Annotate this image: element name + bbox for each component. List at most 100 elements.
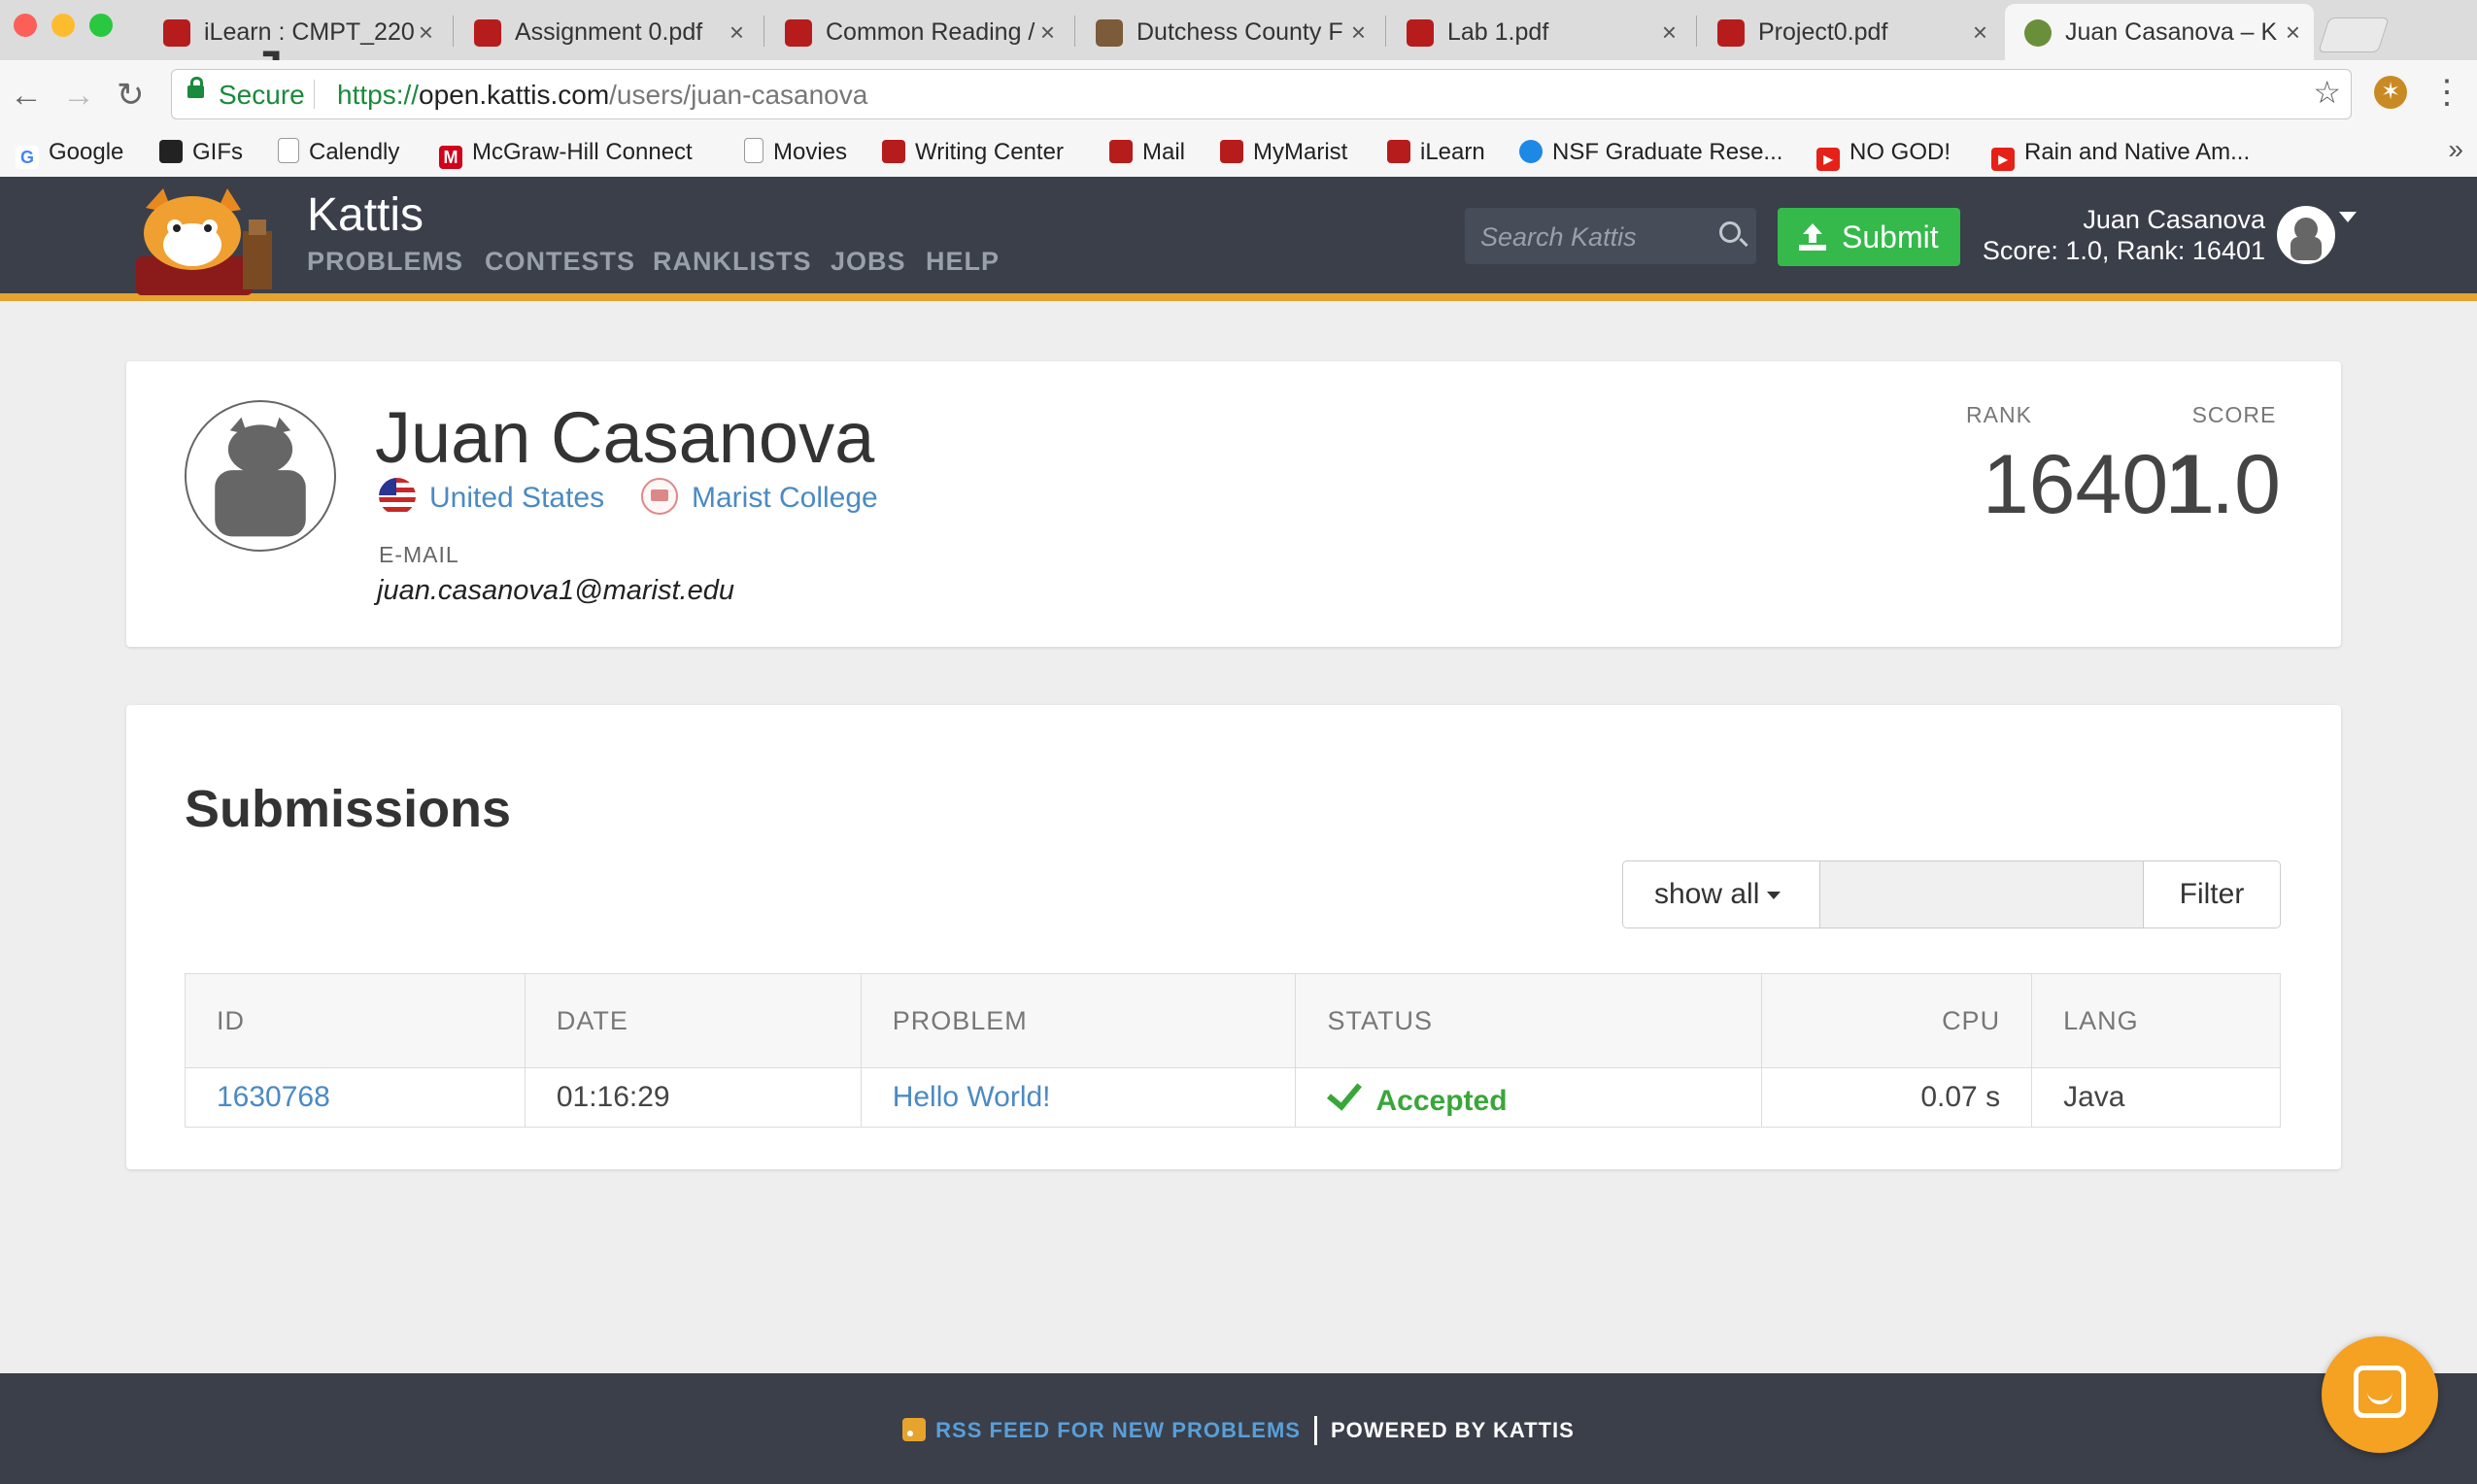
submit-label: Submit — [1842, 219, 1939, 254]
bookmark-item[interactable]: NSF Graduate Rese... — [1519, 136, 1782, 169]
submission-date: 01:16:29 — [524, 1067, 862, 1128]
url-text[interactable]: https://open.kattis.com/users/juan-casan… — [337, 80, 867, 111]
show-all-dropdown[interactable]: show all — [1622, 860, 1820, 928]
forward-arrow-icon[interactable]: → — [62, 76, 95, 115]
minimize-window-button[interactable] — [51, 14, 75, 37]
profile-name: Juan Casanova — [375, 397, 875, 478]
close-window-button[interactable] — [14, 14, 37, 37]
profile-card: Juan Casanova United States Marist Colle… — [126, 361, 2341, 647]
column-header-cpu: CPU — [1761, 973, 2033, 1068]
avatar-placeholder-icon — [2290, 218, 2322, 260]
marist-fox-icon — [1407, 19, 1434, 47]
bookmark-item[interactable]: Mail — [1109, 136, 1185, 169]
rss-icon — [902, 1418, 927, 1441]
bookmark-item[interactable]: M McGraw-Hill Connect — [439, 136, 693, 169]
url-scheme: https:// — [337, 80, 420, 110]
footer-divider — [1313, 1416, 1317, 1445]
country-link[interactable]: United States — [379, 478, 604, 515]
bookmark-item[interactable]: Movies — [744, 136, 847, 169]
header-accent-stripe — [0, 293, 2477, 301]
user-avatar[interactable] — [2277, 206, 2335, 264]
close-icon[interactable]: × — [419, 4, 433, 60]
nav-ranklists[interactable]: RANKLISTS — [653, 247, 812, 277]
user-name: Juan Casanova — [2083, 205, 2265, 234]
marist-fox-icon — [785, 19, 812, 47]
url-host: open.kattis.com — [419, 80, 610, 110]
bookmark-label: Mail — [1142, 139, 1186, 165]
search-icon[interactable] — [1719, 221, 1741, 243]
tab-title: Assignment 0.pdf — [515, 18, 703, 46]
browser-tab[interactable]: Lab 1.pdf × — [1387, 4, 1690, 60]
bookmark-item[interactable]: GIFs — [159, 136, 243, 169]
close-icon[interactable]: × — [1351, 4, 1366, 60]
extension-icon[interactable]: ✶ — [2374, 76, 2407, 109]
column-header-id: ID — [185, 973, 526, 1068]
bookmark-star-icon[interactable]: ☆ — [2313, 74, 2341, 111]
zoom-window-button[interactable] — [89, 14, 113, 37]
browser-tab[interactable]: Assignment 0.pdf × — [455, 4, 758, 60]
chat-launcher-button[interactable] — [2322, 1336, 2438, 1453]
rss-label: RSS FEED FOR NEW PROBLEMS — [935, 1418, 1301, 1442]
rank-label: RANK — [1966, 402, 2032, 427]
close-icon[interactable]: × — [2286, 4, 2300, 60]
new-tab-button[interactable] — [2318, 17, 2390, 52]
avatar-placeholder-icon — [215, 417, 306, 537]
kattis-mascot-logo[interactable] — [126, 188, 282, 295]
marist-fox-icon — [1717, 19, 1745, 47]
close-icon[interactable]: × — [1662, 4, 1677, 60]
search-input[interactable] — [1478, 208, 1706, 266]
nav-problems[interactable]: PROBLEMS — [307, 247, 463, 277]
nav-help[interactable]: HELP — [926, 247, 1000, 277]
browser-tab-active[interactable]: Juan Casanova – K × — [2005, 4, 2314, 60]
kattis-icon — [2024, 19, 2052, 47]
more-bookmarks-icon[interactable]: » — [2448, 134, 2463, 165]
us-flag-icon — [379, 478, 416, 515]
browser-tab[interactable]: Common Reading / × — [765, 4, 1069, 60]
problem-link[interactable]: Hello World! — [893, 1081, 1051, 1113]
url-path: /users/juan-casanova — [609, 80, 868, 110]
submission-id-link[interactable]: 1630768 — [217, 1081, 330, 1113]
bookmark-item[interactable]: iLearn — [1387, 136, 1485, 169]
user-menu-caret-icon[interactable] — [2339, 212, 2357, 222]
site-brand[interactable]: Kattis — [307, 188, 424, 242]
bookmarks-bar: G Google GIFs Calendly M McGraw-Hill Conne… — [0, 130, 2477, 178]
back-arrow-icon[interactable]: ← — [10, 76, 43, 115]
user-summary[interactable]: Juan Casanova Score: 1.0, Rank: 16401 — [1983, 204, 2265, 266]
browser-tab[interactable]: Project0.pdf × — [1698, 4, 2001, 60]
bookmark-label: iLearn — [1420, 139, 1485, 165]
nav-jobs[interactable]: JOBS — [831, 247, 906, 277]
bookmark-item[interactable]: ▶ Rain and Native Am... — [1991, 136, 2250, 171]
marist-fox-icon — [1109, 140, 1133, 163]
bookmark-label: Google — [49, 139, 124, 165]
nsf-icon — [1519, 140, 1543, 163]
menu-dots-icon[interactable]: ⋮ — [2430, 74, 2463, 111]
bookmark-item[interactable]: MyMarist — [1220, 136, 1347, 169]
close-icon[interactable]: × — [730, 4, 744, 60]
chat-icon — [2354, 1366, 2406, 1418]
reload-icon[interactable]: ↻ — [117, 76, 145, 115]
bookmark-item[interactable]: ▶ NO GOD! — [1816, 136, 1951, 171]
search-box — [1465, 208, 1756, 266]
submit-button[interactable]: Submit — [1778, 208, 1960, 266]
filter-button[interactable]: Filter — [2143, 860, 2281, 928]
tab-title: Juan Casanova – K — [2065, 18, 2278, 46]
powered-by-text: POWERED BY KATTIS — [1330, 1418, 1575, 1442]
secure-label: Secure — [219, 80, 305, 110]
bookmark-item[interactable]: G Google — [16, 136, 123, 169]
close-icon[interactable]: × — [1040, 4, 1055, 60]
nav-contests[interactable]: CONTESTS — [485, 247, 635, 277]
close-icon[interactable]: × — [1973, 4, 1987, 60]
address-bar[interactable]: Secure https://open.kattis.com/users/jua… — [171, 69, 2352, 119]
school-link[interactable]: Marist College — [641, 478, 878, 515]
bookmark-label: NO GOD! — [1849, 139, 1951, 165]
submissions-card: Submissions show all Filter ID DATE PROB… — [126, 705, 2341, 1169]
rss-feed-link[interactable]: RSS FEED FOR NEW PROBLEMS — [902, 1418, 1301, 1442]
browser-tab[interactable]: Dutchess County F × — [1076, 4, 1379, 60]
bookmark-item[interactable]: Calendly — [278, 136, 399, 169]
submissions-title: Submissions — [185, 780, 512, 838]
filter-input[interactable] — [1819, 860, 2144, 928]
show-all-label: show all — [1654, 878, 1760, 910]
bookmark-item[interactable]: Writing Center — [882, 136, 1064, 169]
caret-down-icon — [1767, 892, 1781, 899]
bookmark-label: Writing Center — [915, 139, 1064, 165]
